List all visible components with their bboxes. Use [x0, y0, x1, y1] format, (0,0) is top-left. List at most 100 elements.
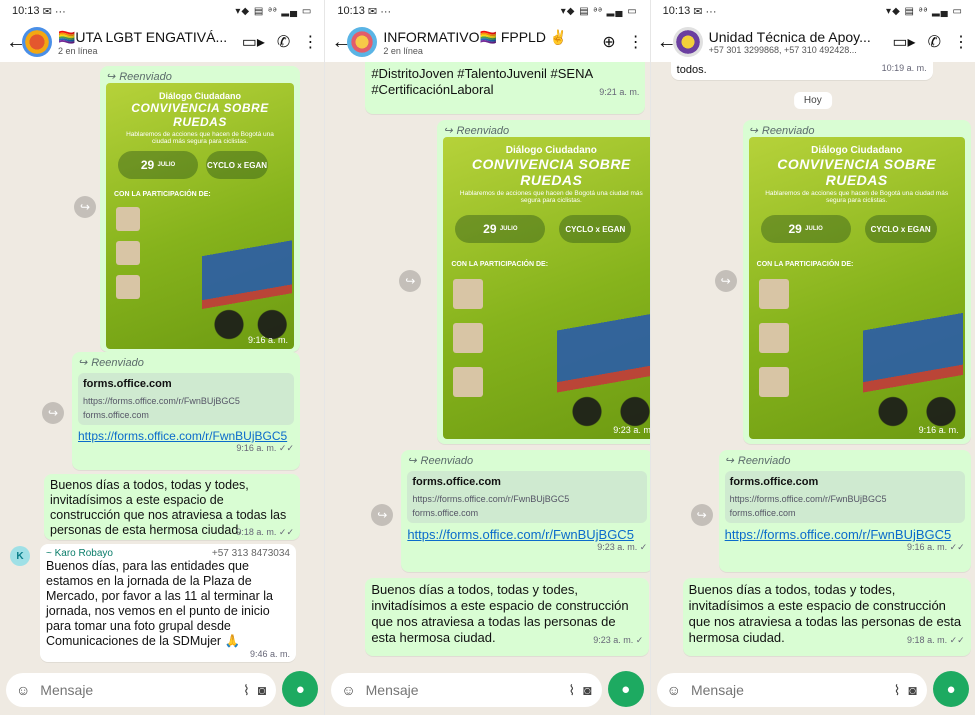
speaker-photo [758, 367, 789, 397]
message-time: 9:23 a. m. [613, 425, 650, 435]
message-input[interactable] [363, 681, 561, 699]
link-preview-card[interactable]: forms.office.com https://forms.office.co… [78, 373, 294, 425]
event-poster-image[interactable]: Diálogo Ciudadano CONVIVENCIA SOBRE RUED… [443, 137, 650, 439]
forward-icon[interactable]: ↪ [690, 504, 713, 526]
event-poster-image[interactable]: Diálogo Ciudadano CONVIVENCIA SOBRE RUED… [748, 137, 965, 439]
link-message[interactable]: ↪ Reenviado forms.office.com https://form… [401, 450, 650, 572]
forwarded-image-message[interactable]: ↪ Reenviado Diálogo Ciudadano CONVIVENCIA… [100, 66, 300, 352]
poster-venue: CYCLO x EGAN [559, 215, 632, 243]
link-preview-domain: forms.office.com [83, 410, 149, 420]
forward-icon[interactable]: ↪ [74, 196, 96, 218]
message-time: 9:16 a. m. [247, 335, 288, 345]
mic-button[interactable]: ● [607, 671, 644, 707]
incoming-message[interactable]: ~ Karo Robayo +57 313 8473034 Buenos días… [40, 544, 296, 662]
event-poster-image[interactable]: Diálogo Ciudadano CONVIVENCIA SOBRE RUED… [106, 83, 294, 349]
emoji-icon[interactable]: ☺ [667, 682, 681, 698]
chat-title-area[interactable]: INFORMATIVO🏳️‍🌈 FPPLD ✌️ 2 en línea [383, 29, 594, 56]
more-vert-icon[interactable]: ⋮ [628, 32, 644, 52]
message-time: 9:16 a. m. ✓✓ [236, 443, 294, 453]
chat-title-area[interactable]: 🏳️‍🌈UTA LGBT ENGATIVÁ... 2 en línea [58, 29, 234, 56]
chat-subtitle: 2 en línea [58, 45, 98, 56]
speaker-photo [453, 279, 484, 309]
link-preview-card[interactable]: forms.office.com https://forms.office.co… [407, 471, 648, 523]
camera-icon[interactable]: ◙ [583, 682, 591, 698]
video-call-icon[interactable]: ▭▸ [242, 32, 265, 52]
community-icon[interactable]: ⊕ [602, 32, 615, 52]
text-message[interactable]: Buenos días a todos, todas y todes, invi… [44, 474, 300, 540]
message-link[interactable]: https://forms.office.com/r/FwnBUjBGC5 [78, 429, 294, 443]
message-time: 9:46 a. m. [249, 649, 290, 659]
forward-icon[interactable]: ↪ [371, 504, 394, 526]
status-time: 10:13 [662, 5, 691, 17]
link-preview-card[interactable]: forms.office.com https://forms.office.co… [724, 471, 965, 523]
chat-title: Unidad Técnica de Apoy... [708, 29, 871, 45]
status-bar: 10:13 ✉ ··· ▾◆ ▤ ᵊᵊ ▂▄ ▭ [650, 0, 975, 22]
message-time: 9:16 a. m. [918, 425, 959, 435]
chat-title-area[interactable]: Unidad Técnica de Apoy... +57 301 329986… [709, 29, 885, 55]
more-vert-icon[interactable]: ⋮ [953, 32, 969, 52]
emoji-icon[interactable]: ☺ [16, 682, 30, 698]
message-input[interactable] [688, 681, 886, 699]
emoji-icon[interactable]: ☺ [341, 682, 355, 698]
chat-header: ← INFORMATIVO🏳️‍🌈 FPPLD ✌️ 2 en línea ⊕ … [325, 22, 650, 62]
mic-icon: ● [295, 680, 305, 698]
link-preview-url: https://forms.office.com/r/FwnBUjBGC5 [83, 396, 240, 406]
poster-participation: CON LA PARTICIPACIÓN DE: [114, 191, 211, 198]
more-vert-icon[interactable]: ⋮ [302, 32, 318, 52]
arrow-left-icon[interactable]: ← [657, 31, 677, 54]
link-message[interactable]: ↪ Reenviado forms.office.com https://form… [72, 352, 300, 470]
status-time: 10:13 [12, 5, 40, 17]
paperclip-icon[interactable]: ⌇ [568, 682, 575, 699]
paperclip-icon[interactable]: ⌇ [243, 682, 250, 699]
message-link[interactable]: https://forms.office.com/r/FwnBUjBGC5 [407, 527, 647, 542]
group-avatar[interactable] [347, 27, 378, 57]
mic-button[interactable]: ● [932, 671, 969, 707]
forwarded-image-message[interactable]: ↪ Reenviado Diálogo Ciudadano CONVIVENCIA… [742, 120, 971, 444]
message-link[interactable]: https://forms.office.com/r/FwnBUjBGC5 [725, 527, 965, 542]
phone-icon[interactable]: ✆ [928, 32, 941, 52]
arrow-left-icon[interactable]: ← [331, 31, 351, 54]
group-avatar[interactable] [22, 27, 52, 57]
forwarded-label: ↪ Reenviado [106, 70, 172, 84]
mic-button[interactable]: ● [282, 671, 319, 707]
speaker-photo [758, 323, 789, 353]
group-avatar[interactable] [672, 27, 703, 57]
forward-icon[interactable]: ↪ [399, 270, 422, 292]
sender-avatar[interactable]: K [10, 546, 30, 566]
status-bar: 10:13 ✉ ··· ▾◆ ▤ ᵊᵊ ▂▄ ▭ [0, 0, 325, 22]
forwarded-label: ↪ Reenviado [724, 454, 791, 468]
camera-icon[interactable]: ◙ [258, 682, 266, 698]
forwarded-image-message[interactable]: ↪ Reenviado Diálogo Ciudadano CONVIVENCIA… [437, 120, 650, 444]
chat-panel-informativo: 10:13 ✉ ··· ▾◆ ▤ ᵊᵊ ▂▄ ▭ ← INFORMATIVO🏳️… [325, 0, 651, 715]
camera-icon[interactable]: ◙ [909, 682, 917, 698]
link-preview-title: forms.office.com [729, 476, 819, 488]
poster-headline: CONVIVENCIA SOBRE RUEDAS [777, 156, 937, 188]
forward-icon[interactable]: ↪ [714, 270, 737, 292]
message-composer: ☺ ⌇ ◙ [331, 673, 602, 707]
poster-tagline: Hablaremos de acciones que hacen de Bogo… [459, 190, 643, 204]
chat-subtitle: +57 301 3299868, +57 310 492428... [708, 45, 857, 55]
message-list[interactable]: todos. 10:19 a. m. Hoy ↪ Reenviado Diálog… [651, 62, 975, 663]
poster-venue: CYCLO x EGAN [864, 215, 937, 243]
text-message[interactable]: Buenos días a todos, todas y todes, invi… [682, 578, 971, 656]
forward-icon[interactable]: ↪ [42, 402, 64, 424]
message-time: 9:23 a. m. ✓ [597, 542, 648, 552]
link-preview-url: https://forms.office.com/r/FwnBUjBGC5 [412, 494, 570, 504]
status-time: 10:13 [337, 5, 365, 17]
chat-panel-unidad-tecnica: 10:13 ✉ ··· ▾◆ ▤ ᵊᵊ ▂▄ ▭ ← Unidad Técnic… [650, 0, 975, 715]
paperclip-icon[interactable]: ⌇ [894, 682, 901, 699]
link-message[interactable]: ↪ Reenviado forms.office.com https://form… [718, 450, 971, 572]
incoming-message[interactable]: todos. 10:19 a. m. [670, 62, 933, 80]
video-call-icon[interactable]: ▭▸ [892, 32, 915, 52]
chat-title: INFORMATIVO🏳️‍🌈 FPPLD ✌️ [383, 28, 568, 45]
text-message[interactable]: #DistritoJoven #TalentoJuvenil #SENA #Ce… [365, 62, 646, 114]
status-icons: ▾◆ ▤ ᵊᵊ ▂▄ ▭ [235, 5, 313, 17]
message-list[interactable]: #DistritoJoven #TalentoJuvenil #SENA #Ce… [325, 62, 650, 663]
link-preview-title: forms.office.com [412, 476, 501, 488]
message-list[interactable]: ↪ Reenviado Diálogo Ciudadano CONVIVENCIA… [0, 62, 324, 663]
forward-icon: ↪ [78, 357, 88, 369]
text-message[interactable]: Buenos días a todos, todas y todes, invi… [365, 578, 650, 656]
phone-icon[interactable]: ✆ [277, 32, 290, 52]
arrow-left-icon[interactable]: ← [6, 31, 26, 54]
message-input[interactable] [38, 681, 236, 699]
